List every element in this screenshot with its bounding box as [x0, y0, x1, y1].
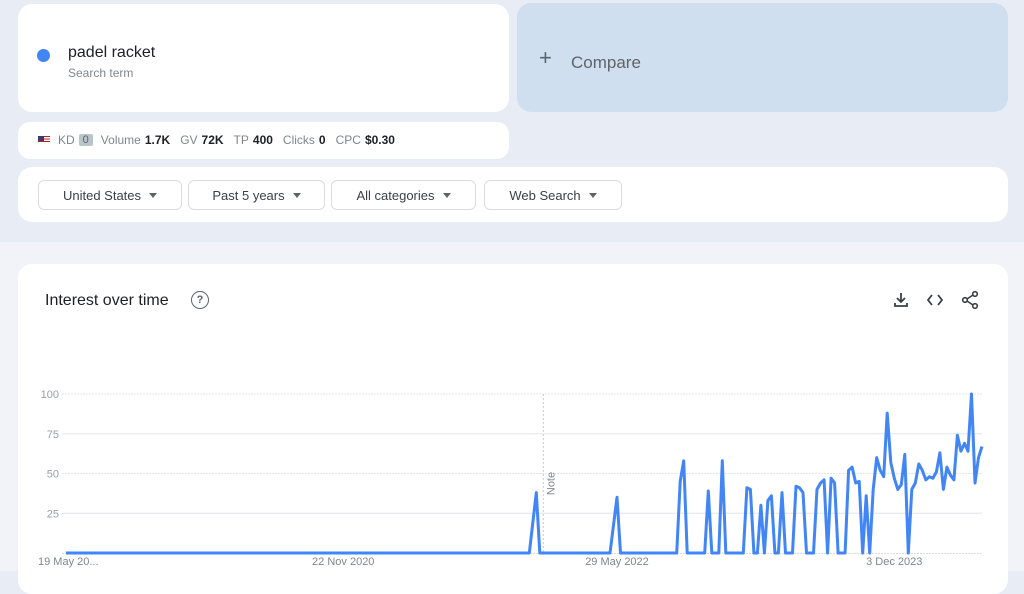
series-color-dot — [37, 49, 50, 62]
gv-label: GV — [180, 133, 197, 147]
caret-down-icon — [443, 193, 451, 198]
clicks-value: 0 — [319, 133, 326, 147]
compare-button[interactable]: + Compare — [517, 3, 1008, 112]
caret-down-icon — [149, 193, 157, 198]
search-term-name[interactable]: padel racket — [68, 44, 155, 62]
us-flag-icon — [38, 136, 50, 144]
time-range-dropdown[interactable]: Past 5 years — [188, 180, 325, 210]
keyword-metrics-bar: KD 0 Volume 1.7K GV 72K TP 400 Clicks 0 … — [18, 122, 509, 159]
search-type-dropdown-label: Web Search — [509, 188, 580, 203]
x-tick-label: 22 Nov 2020 — [312, 556, 374, 568]
search-term-card[interactable]: padel racket Search term — [18, 4, 509, 112]
x-tick-label: 29 May 2022 — [585, 556, 649, 568]
cpc-label: CPC — [336, 133, 361, 147]
filters-bar: United States Past 5 years All categorie… — [18, 167, 1008, 222]
note-annotation-label: Note — [545, 472, 557, 495]
region-dropdown[interactable]: United States — [38, 180, 182, 210]
tp-label: TP — [234, 133, 249, 147]
kd-label: KD — [58, 133, 75, 147]
search-type-dropdown[interactable]: Web Search — [484, 180, 622, 210]
line-chart: 25 50 75 100 Note 19 May 20... 22 Nov 2020 29… — [18, 264, 1008, 594]
interest-over-time-panel: Interest over time ? 255075100 Note 19 M… — [18, 264, 1008, 594]
y-tick-label: 75 — [47, 429, 59, 441]
caret-down-icon — [589, 193, 597, 198]
y-tick-label: 50 — [47, 469, 59, 481]
clicks-label: Clicks — [283, 133, 315, 147]
volume-label: Volume — [101, 133, 141, 147]
cpc-value: $0.30 — [365, 133, 395, 147]
caret-down-icon — [293, 193, 301, 198]
compare-label: Compare — [571, 53, 641, 73]
time-range-dropdown-label: Past 5 years — [212, 188, 284, 203]
volume-value: 1.7K — [145, 133, 170, 147]
tp-value: 400 — [253, 133, 273, 147]
x-tick-label: 19 May 20... — [38, 556, 99, 568]
y-tick-label: 25 — [47, 508, 59, 520]
kd-badge: 0 — [79, 134, 93, 146]
category-dropdown-label: All categories — [356, 188, 434, 203]
category-dropdown[interactable]: All categories — [331, 180, 476, 210]
y-tick-label: 100 — [41, 389, 59, 401]
region-dropdown-label: United States — [63, 188, 141, 203]
x-tick-label: 3 Dec 2023 — [866, 556, 922, 568]
search-term-subtitle: Search term — [68, 66, 133, 80]
plus-icon: + — [539, 47, 552, 69]
gv-value: 72K — [202, 133, 224, 147]
